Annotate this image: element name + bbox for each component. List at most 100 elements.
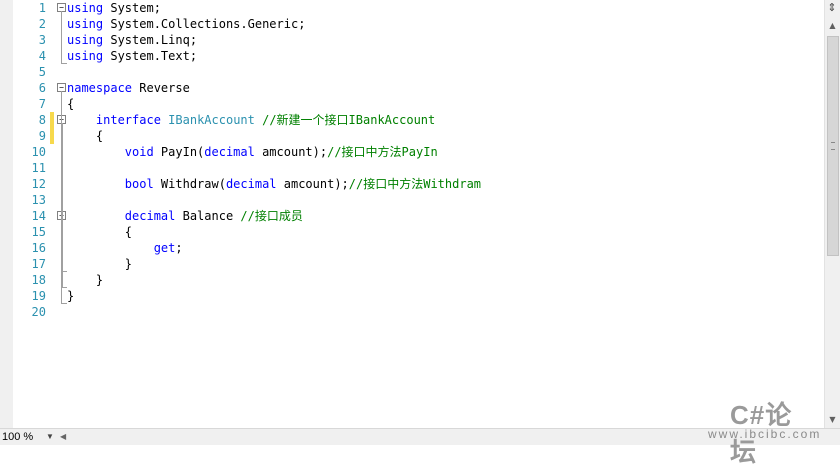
code-line[interactable]: 19} bbox=[0, 288, 825, 304]
code-token: ; bbox=[175, 241, 183, 255]
code-token: } bbox=[67, 273, 104, 287]
code-token: System; bbox=[103, 1, 161, 15]
code-line[interactable]: 11 bbox=[0, 160, 825, 176]
keyword-token: using bbox=[67, 33, 104, 47]
line-number: 3 bbox=[38, 33, 46, 47]
code-line[interactable]: 6− namespace Reverse bbox=[0, 80, 825, 96]
code-text[interactable]: bool Withdraw(decimal amcount);//接口中方法Wi… bbox=[67, 176, 481, 192]
code-token: Withdraw( bbox=[153, 177, 226, 191]
type-token: IBankAccount bbox=[168, 113, 255, 127]
code-token: System.Text; bbox=[103, 49, 198, 63]
code-token: { bbox=[67, 225, 133, 239]
code-line[interactable]: 20 bbox=[0, 304, 825, 320]
code-text[interactable]: } bbox=[67, 272, 103, 288]
keyword-token: get bbox=[153, 241, 176, 255]
comment-token: //接口中方法Withdram bbox=[348, 177, 482, 191]
code-line[interactable]: 13 bbox=[0, 192, 825, 208]
change-marker bbox=[50, 112, 54, 128]
splitter-icon[interactable]: ⇕ bbox=[827, 1, 837, 15]
code-text[interactable]: namespace Reverse bbox=[67, 80, 190, 96]
scroll-up-icon[interactable]: ▲ bbox=[826, 19, 839, 32]
keyword-token: decimal bbox=[225, 177, 277, 191]
vertical-scrollbar[interactable]: ⇕ ▲ ▼ bbox=[824, 0, 840, 428]
zoom-dropdown-icon[interactable]: ▼ bbox=[46, 430, 54, 444]
code-text[interactable]: interface IBankAccount //新建一个接口IBankAcco… bbox=[67, 112, 435, 128]
scroll-thumb[interactable] bbox=[827, 36, 839, 256]
code-line[interactable]: 4 using System.Text; bbox=[0, 48, 825, 64]
code-text[interactable]: using System.Text; bbox=[67, 48, 197, 64]
watermark-logo: C#论坛 www.ibcibc.com bbox=[708, 395, 822, 467]
code-text[interactable]: using System; bbox=[67, 0, 161, 16]
keyword-token: bool bbox=[124, 177, 154, 191]
code-line[interactable]: 18 } bbox=[0, 272, 825, 288]
line-number: 18 bbox=[31, 273, 46, 287]
line-number: 16 bbox=[31, 241, 46, 255]
keyword-token: decimal bbox=[124, 209, 176, 223]
line-number: 5 bbox=[38, 65, 46, 79]
line-number: 1 bbox=[38, 1, 46, 15]
code-token: PayIn( bbox=[153, 145, 205, 159]
code-line[interactable]: 12 bool Withdraw(decimal amcount);//接口中方… bbox=[0, 176, 825, 192]
code-token: } bbox=[67, 289, 75, 303]
code-text[interactable]: } bbox=[67, 256, 132, 272]
code-token: amcount); bbox=[254, 145, 328, 159]
code-token: System.Collections.Generic; bbox=[103, 17, 306, 31]
code-text[interactable]: { bbox=[67, 96, 74, 112]
line-number: 6 bbox=[38, 81, 46, 95]
comment-token: //接口成员 bbox=[240, 209, 303, 223]
line-number: 8 bbox=[38, 113, 46, 127]
code-line[interactable]: 3 using System.Linq; bbox=[0, 32, 825, 48]
code-text[interactable]: decimal Balance //接口成员 bbox=[67, 208, 303, 224]
outline-guide-interface-end bbox=[61, 287, 67, 288]
code-token: amcount); bbox=[276, 177, 349, 191]
scroll-grip-icon bbox=[831, 142, 835, 150]
scroll-down-icon[interactable]: ▼ bbox=[826, 413, 839, 426]
code-token: Reverse bbox=[132, 81, 190, 95]
scroll-left-icon[interactable]: ◀ bbox=[60, 431, 66, 443]
code-line[interactable]: 15 { bbox=[0, 224, 825, 240]
keyword-token: using bbox=[67, 1, 104, 15]
line-number: 7 bbox=[38, 97, 46, 111]
keyword-token: using bbox=[67, 49, 104, 63]
code-text[interactable]: using System.Linq; bbox=[67, 32, 197, 48]
keyword-token: interface bbox=[95, 113, 161, 127]
code-line[interactable]: 10 void PayIn(decimal amcount);//接口中方法Pa… bbox=[0, 144, 825, 160]
keyword-token: using bbox=[67, 17, 104, 31]
code-text[interactable]: { bbox=[67, 128, 103, 144]
line-number: 14 bbox=[31, 209, 46, 223]
code-line[interactable]: 5 bbox=[0, 64, 825, 80]
code-token: } bbox=[67, 257, 133, 271]
zoom-level[interactable]: 100 % bbox=[2, 430, 33, 444]
code-text[interactable]: void PayIn(decimal amcount);//接口中方法PayIn bbox=[67, 144, 438, 160]
outline-guide-property-end bbox=[61, 271, 67, 272]
line-number: 11 bbox=[31, 161, 46, 175]
keyword-token: namespace bbox=[67, 81, 133, 95]
code-line[interactable]: 14− decimal Balance //接口成员 bbox=[0, 208, 825, 224]
code-token: System.Linq; bbox=[103, 33, 198, 47]
comment-token: //新建一个接口IBankAccount bbox=[254, 113, 436, 127]
code-line[interactable]: 7{ bbox=[0, 96, 825, 112]
code-line[interactable]: 1− using System; bbox=[0, 0, 825, 16]
code-editor[interactable]: 1− using System; 2 using System.Collections… bbox=[0, 0, 825, 428]
code-line[interactable]: 2 using System.Collections.Generic; bbox=[0, 16, 825, 32]
code-token: { bbox=[67, 97, 75, 111]
line-number: 2 bbox=[38, 17, 46, 31]
code-text[interactable]: using System.Collections.Generic; bbox=[67, 16, 305, 32]
code-text[interactable]: get; bbox=[67, 240, 183, 256]
code-line[interactable]: 8− interface IBankAccount //新建一个接口IBankA… bbox=[0, 112, 825, 128]
code-line[interactable]: 16 get; bbox=[0, 240, 825, 256]
change-marker bbox=[50, 128, 54, 144]
code-text[interactable]: { bbox=[67, 224, 132, 240]
code-line[interactable]: 9 { bbox=[0, 128, 825, 144]
code-line[interactable]: 17 } bbox=[0, 256, 825, 272]
code-text[interactable]: } bbox=[67, 288, 74, 304]
code-token: { bbox=[67, 129, 104, 143]
outline-guide-usings bbox=[61, 11, 62, 63]
line-number: 12 bbox=[31, 177, 46, 191]
outline-guide-property bbox=[62, 219, 63, 271]
watermark-url: www.ibcibc.com bbox=[708, 427, 822, 441]
